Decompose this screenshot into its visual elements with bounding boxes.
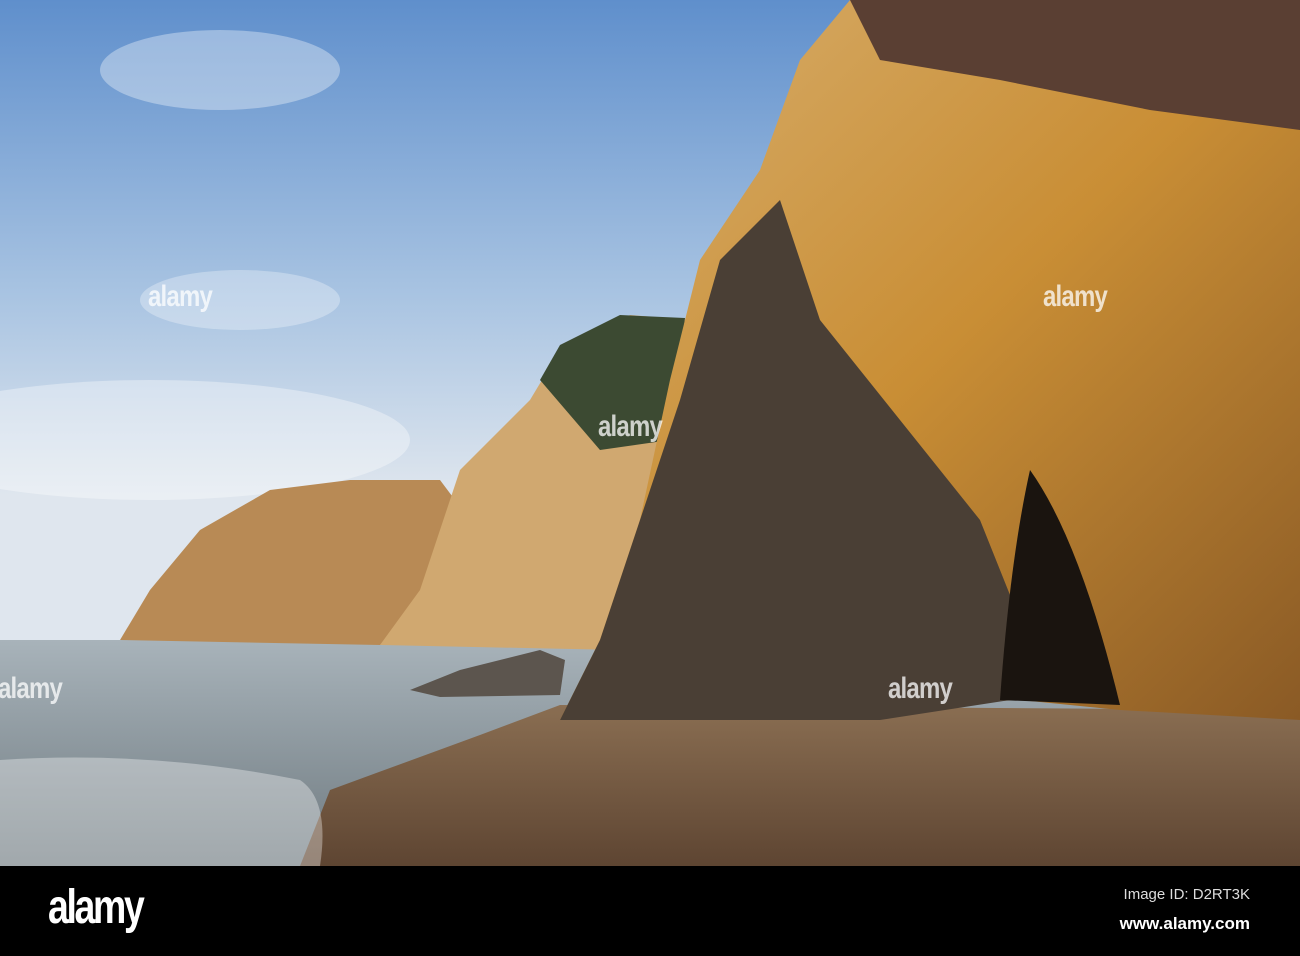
photo: alamy alamy alamy alamy alamy xyxy=(0,0,1300,866)
footer-bar: alamy Image ID: D2RT3K www.alamy.com xyxy=(0,866,1300,956)
watermark: alamy xyxy=(148,280,213,313)
image-id: Image ID: D2RT3K xyxy=(1123,886,1250,903)
watermark: alamy xyxy=(0,672,63,705)
watermark: alamy xyxy=(598,410,663,443)
alamy-logo[interactable]: alamy xyxy=(48,880,145,935)
watermark: alamy xyxy=(888,672,953,705)
watermark: alamy xyxy=(1043,280,1108,313)
site-url[interactable]: www.alamy.com xyxy=(1120,914,1250,934)
